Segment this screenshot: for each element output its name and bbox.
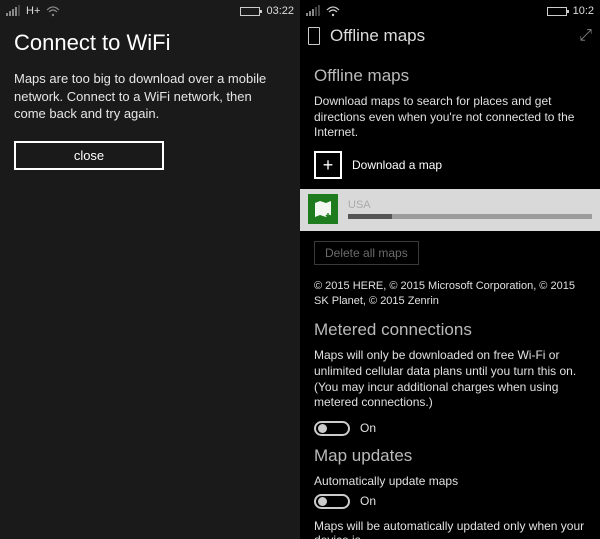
plus-icon: + (314, 151, 342, 179)
map-item-row[interactable]: USA (300, 189, 600, 231)
map-icon (308, 194, 338, 224)
metered-toggle[interactable] (314, 421, 350, 436)
wifi-icon (326, 6, 340, 17)
download-map-button[interactable]: + Download a map (314, 151, 586, 179)
phone-left-dialog: H+ 03:22 Connect to WiFi Maps are too bi… (0, 0, 300, 539)
signal-icon (306, 6, 320, 16)
battery-icon (547, 7, 567, 16)
download-progress (348, 214, 592, 219)
section-updates-title: Map updates (314, 446, 586, 466)
battery-icon (240, 7, 260, 16)
auto-update-toggle-label: On (360, 494, 376, 508)
data-indicator: H+ (26, 5, 40, 17)
phone-right-settings: 10:2 Offline maps ⤢ Offline maps Downloa… (300, 0, 600, 539)
copyright-text: © 2015 HERE, © 2015 Microsoft Corporatio… (314, 279, 586, 309)
auto-update-label: Automatically update maps (314, 474, 586, 488)
map-item-name: USA (348, 199, 592, 211)
clock: 10:2 (573, 5, 594, 17)
section-offline-title: Offline maps (314, 66, 586, 86)
signal-icon (6, 6, 20, 16)
pin-icon[interactable]: ⤢ (579, 27, 592, 45)
download-map-label: Download a map (352, 158, 442, 172)
dialog-title: Connect to WiFi (14, 30, 286, 56)
clock: 03:22 (266, 5, 294, 17)
section-metered-title: Metered connections (314, 320, 586, 340)
auto-update-toggle[interactable] (314, 494, 350, 509)
section-offline-desc: Download maps to search for places and g… (314, 94, 586, 141)
section-metered-desc: Maps will only be downloaded on free Wi-… (314, 348, 586, 410)
close-button[interactable]: close (14, 141, 164, 170)
device-icon (308, 27, 320, 45)
status-bar: H+ 03:22 (0, 0, 300, 22)
download-progress-fill (348, 214, 392, 219)
updates-desc-cut: Maps will be automatically updated only … (314, 519, 586, 539)
metered-toggle-label: On (360, 421, 376, 435)
status-bar: 10:2 (300, 0, 600, 22)
dialog-message: Maps are too big to download over a mobi… (14, 70, 286, 123)
delete-all-maps-button[interactable]: Delete all maps (314, 241, 419, 265)
wifi-icon (46, 6, 60, 17)
page-header: Offline maps ⤢ (300, 22, 600, 50)
page-title: Offline maps (330, 26, 425, 46)
